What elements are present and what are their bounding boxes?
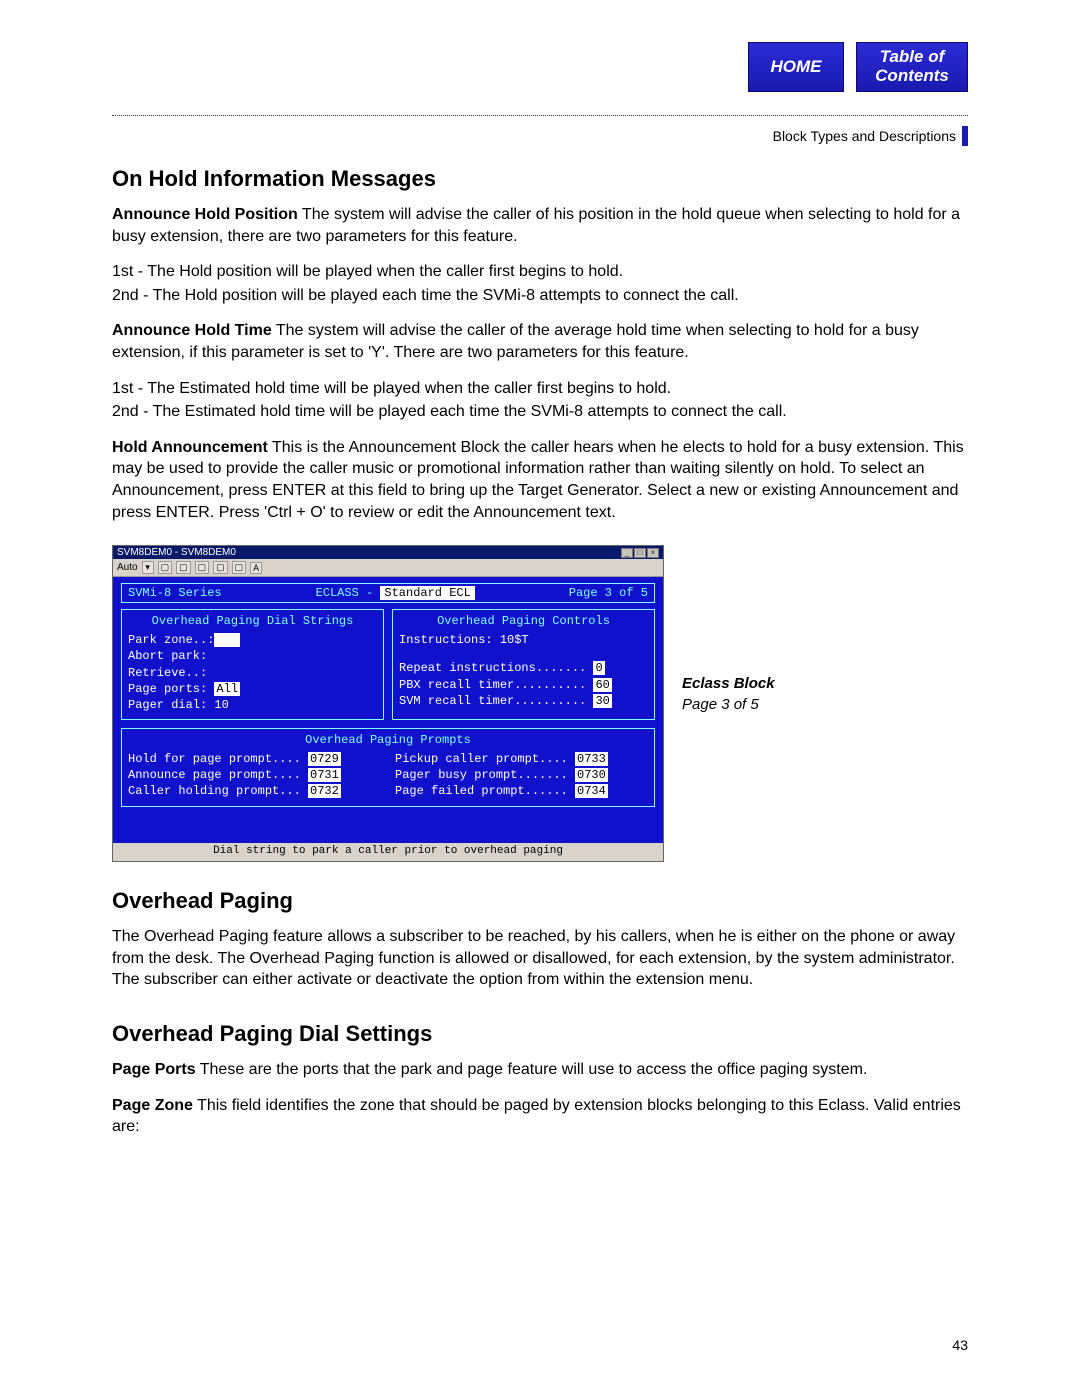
row-instructions: Instructions: 10$T [399, 632, 648, 648]
row-abort-park: Abort park: [128, 648, 377, 664]
para-hold-announcement: Hold Announcement This is the Announceme… [112, 437, 968, 523]
toolbar-dropdown-icon[interactable]: ▾ [142, 561, 154, 574]
close-icon[interactable]: × [647, 548, 659, 558]
heading-on-hold: On Hold Information Messages [112, 166, 968, 192]
text-overhead-paging: The Overhead Paging feature allows a sub… [112, 926, 968, 991]
toc-line2: Contents [875, 67, 949, 86]
panel-controls: Overhead Paging Controls Instructions: 1… [392, 609, 655, 720]
row-retrieve: Retrieve..: [128, 665, 377, 681]
label-announce-hold-time: Announce Hold Time [112, 322, 272, 339]
minimize-icon[interactable]: _ [621, 548, 633, 558]
toolbar-btn-6[interactable]: A [250, 562, 262, 574]
field-pager-dial: 10 [214, 698, 228, 712]
panel-prompts: Overhead Paging Prompts Hold for page pr… [121, 728, 655, 807]
terminal-footer: Dial string to park a caller prior to ov… [113, 843, 663, 861]
caption-page: Page 3 of 5 [682, 696, 775, 713]
maximize-icon[interactable]: □ [634, 548, 646, 558]
terminal-header-mid-value[interactable]: Standard ECL [380, 586, 474, 600]
row-page-ports-label: Page ports: [128, 682, 207, 696]
terminal-header-row: SVMi-8 Series ECLASS - Standard ECL Page… [121, 583, 655, 603]
para-page-zone: Page Zone This field identifies the zone… [112, 1095, 968, 1138]
heading-overhead-paging: Overhead Paging [112, 888, 968, 914]
panel-controls-title: Overhead Paging Controls [399, 614, 648, 628]
panel-prompts-title: Overhead Paging Prompts [128, 733, 648, 747]
label-page-ports: Page Ports [112, 1061, 196, 1078]
para-announce-hold-position: Announce Hold Position The system will a… [112, 204, 968, 247]
label-hold-announcement: Hold Announcement [112, 439, 268, 456]
prompt-right-2-value[interactable]: 0734 [575, 784, 608, 798]
prompt-right-1-value[interactable]: 0730 [575, 768, 608, 782]
prompt-right-0-label: Pickup caller prompt.... [395, 752, 568, 766]
para-page-ports: Page Ports These are the ports that the … [112, 1059, 968, 1081]
toolbar-btn-4[interactable]: ▢ [213, 561, 228, 574]
divider [112, 115, 968, 116]
prompt-left-0-value[interactable]: 0729 [308, 752, 341, 766]
field-pbx[interactable]: 60 [593, 678, 611, 692]
prompt-left-2-value[interactable]: 0732 [308, 784, 341, 798]
prompt-left-1-label: Announce page prompt.... [128, 768, 301, 782]
prompt-left-2-label: Caller holding prompt... [128, 784, 301, 798]
screenshot-caption: Eclass Block Page 3 of 5 [682, 675, 775, 862]
toolbar-auto-label: Auto [117, 562, 138, 573]
toolbar-btn-5[interactable]: ▢ [232, 561, 247, 574]
breadcrumb-marker [962, 126, 968, 146]
spacer [399, 648, 648, 660]
panel-dial-strings: Overhead Paging Dial Strings Park zone..… [121, 609, 384, 720]
terminal-titlebar: SVM8DEM0 - SVM8DEM0 _ □ × [113, 546, 663, 559]
label-announce-hold-position: Announce Hold Position [112, 206, 298, 223]
label-page-zone: Page Zone [112, 1097, 193, 1114]
row-pager-dial-label: Pager dial: [128, 698, 207, 712]
terminal-header-mid-label: ECLASS - [316, 586, 381, 600]
row-repeat-label: Repeat instructions....... [399, 661, 586, 675]
table-of-contents-button[interactable]: Table of Contents [856, 42, 968, 92]
text-hp-2nd: 2nd - The Hold position will be played e… [112, 285, 968, 307]
prompt-left-0-label: Hold for page prompt.... [128, 752, 301, 766]
caption-title: Eclass Block [682, 675, 775, 692]
terminal-title: SVM8DEM0 - SVM8DEM0 [117, 547, 236, 558]
terminal-toolbar: Auto ▾ ▢ ▢ ▢ ▢ ▢ A [113, 559, 663, 577]
row-pbx-label: PBX recall timer.......... [399, 678, 586, 692]
text-page-ports: These are the ports that the park and pa… [196, 1061, 868, 1078]
field-park-zone[interactable] [214, 633, 240, 647]
prompt-left-1-value[interactable]: 0731 [308, 768, 341, 782]
toolbar-btn-2[interactable]: ▢ [176, 561, 191, 574]
field-page-ports[interactable]: All [214, 682, 240, 696]
terminal-header-right: Page 3 of 5 [569, 586, 648, 600]
prompt-right-1-label: Pager busy prompt....... [395, 768, 568, 782]
heading-dial-settings: Overhead Paging Dial Settings [112, 1021, 968, 1047]
text-ht-1st: 1st - The Estimated hold time will be pl… [112, 378, 968, 400]
terminal-header-left: SVMi-8 Series [128, 586, 222, 600]
toolbar-btn-3[interactable]: ▢ [195, 561, 210, 574]
row-park-zone: Park zone..: [128, 633, 214, 647]
panel-dial-strings-title: Overhead Paging Dial Strings [128, 614, 377, 628]
home-button[interactable]: HOME [748, 42, 844, 92]
toolbar-btn-1[interactable]: ▢ [158, 561, 173, 574]
toc-line1: Table of [875, 48, 949, 67]
terminal-body: SVMi-8 Series ECLASS - Standard ECL Page… [113, 577, 663, 843]
text-hp-1st: 1st - The Hold position will be played w… [112, 261, 968, 283]
eclass-terminal-window: SVM8DEM0 - SVM8DEM0 _ □ × Auto ▾ ▢ ▢ ▢ ▢… [112, 545, 664, 862]
text-page-zone: This field identifies the zone that shou… [112, 1097, 961, 1136]
page-number: 43 [952, 1337, 968, 1353]
prompt-right-2-label: Page failed prompt...... [395, 784, 568, 798]
text-ht-2nd: 2nd - The Estimated hold time will be pl… [112, 401, 968, 423]
para-announce-hold-time: Announce Hold Time The system will advis… [112, 320, 968, 363]
field-repeat[interactable]: 0 [593, 661, 604, 675]
row-svm-label: SVM recall timer.......... [399, 694, 586, 708]
prompt-right-0-value[interactable]: 0733 [575, 752, 608, 766]
breadcrumb: Block Types and Descriptions [773, 128, 956, 144]
field-svm[interactable]: 30 [593, 694, 611, 708]
